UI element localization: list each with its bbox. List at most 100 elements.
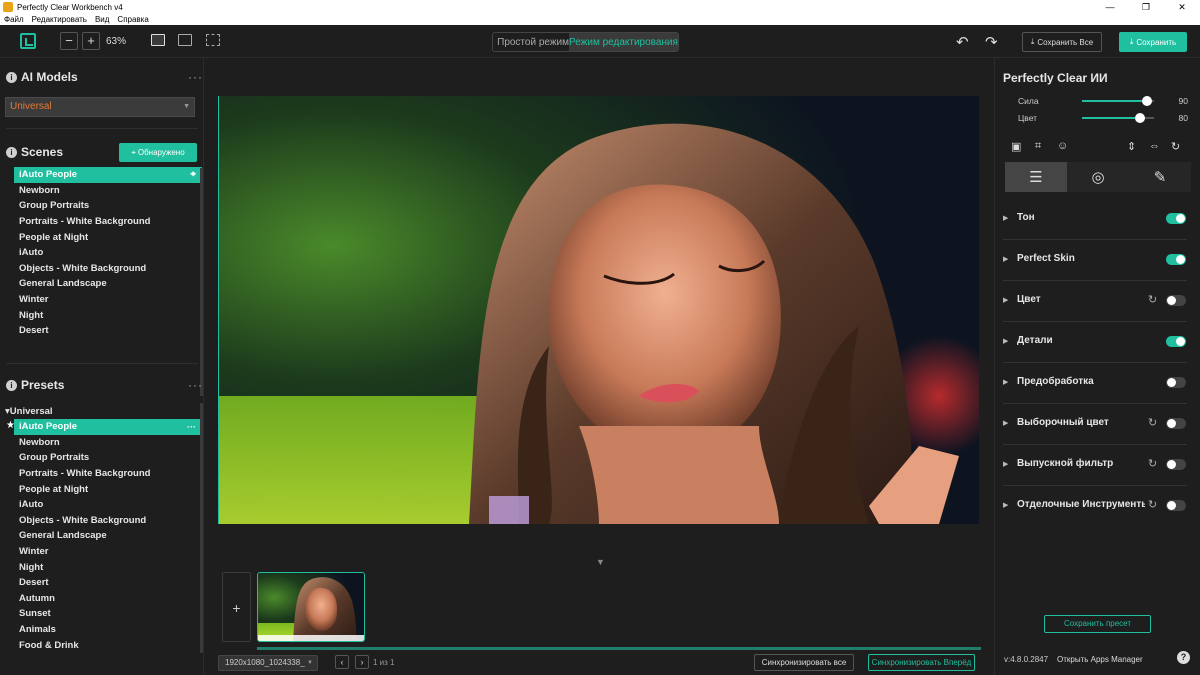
minimize-button[interactable]: — xyxy=(1092,0,1128,14)
expand-arrow-icon[interactable]: ▶ xyxy=(1003,296,1008,304)
section-preprocessing[interactable]: ▶ Предобработка xyxy=(1003,363,1187,404)
crop-icon[interactable]: ⌗ xyxy=(1035,140,1041,153)
presets-group[interactable]: ▾Universal xyxy=(5,406,53,417)
preset-item[interactable]: Autumn xyxy=(14,591,202,607)
section-selective-color[interactable]: ▶ Выборочный цвет ↻ xyxy=(1003,404,1187,445)
slider-knob[interactable] xyxy=(1134,113,1145,123)
section-toggle[interactable] xyxy=(1166,295,1186,306)
single-view-icon[interactable] xyxy=(151,34,165,46)
sync-all-button[interactable]: Синхронизировать все xyxy=(754,654,854,671)
preset-item[interactable]: Group Portraits xyxy=(14,450,202,466)
scene-item[interactable]: Night xyxy=(14,307,202,323)
flip-vertical-icon[interactable]: ⇕ xyxy=(1127,140,1136,153)
section-finishing-tools[interactable]: ▶ Отделочные Инструменты ↻ xyxy=(1003,486,1187,527)
apps-manager-link[interactable]: Открыть Apps Manager xyxy=(1057,655,1143,664)
ai-model-select[interactable]: Universal ▼ xyxy=(5,97,195,117)
zoom-out-button[interactable]: − xyxy=(60,32,78,50)
flip-horizontal-icon[interactable]: ⇔ xyxy=(1149,140,1160,152)
more-options-icon[interactable]: ··· xyxy=(187,422,196,432)
section-toggle[interactable] xyxy=(1166,418,1186,429)
scene-item[interactable]: Winter xyxy=(14,292,202,308)
menu-help[interactable]: Справка xyxy=(113,15,152,24)
more-options-icon[interactable]: ··· xyxy=(188,378,203,392)
redo-icon[interactable]: ↷ xyxy=(985,33,998,51)
help-icon[interactable]: ? xyxy=(1177,651,1190,664)
section-toggle[interactable] xyxy=(1166,459,1186,470)
section-details[interactable]: ▶ Детали xyxy=(1003,322,1187,363)
presets-scrollbar[interactable] xyxy=(200,403,203,653)
reset-icon[interactable]: ↻ xyxy=(1148,293,1157,306)
filmstrip-scrollbar[interactable] xyxy=(257,647,981,650)
strength-slider[interactable]: Сила 90 xyxy=(995,94,1200,108)
scene-item[interactable]: Portraits - White Background xyxy=(14,214,202,230)
preset-item[interactable]: Portraits - White Background xyxy=(14,466,202,482)
preset-item[interactable]: Objects - White Background xyxy=(14,513,202,529)
save-all-button[interactable]: ⤓ Сохранить Все xyxy=(1022,32,1102,52)
close-button[interactable]: ✕ xyxy=(1164,0,1200,14)
expand-arrow-icon[interactable]: ▶ xyxy=(1003,255,1008,263)
split-view-icon[interactable] xyxy=(178,34,192,46)
detected-button[interactable]: ⌖ Обнаружено xyxy=(119,143,197,162)
image-icon[interactable]: ▣ xyxy=(1011,140,1021,153)
maximize-button[interactable]: ❐ xyxy=(1128,0,1164,14)
face-icon[interactable]: ☺ xyxy=(1057,140,1068,152)
preset-item[interactable]: General Landscape xyxy=(14,528,202,544)
file-info-select[interactable]: 1920x1080_1024338_ ▼ xyxy=(218,655,318,671)
section-perfect-skin[interactable]: ▶ Perfect Skin xyxy=(1003,240,1187,281)
scene-item[interactable]: Group Portraits xyxy=(14,198,202,214)
section-toggle[interactable] xyxy=(1166,377,1186,388)
next-image-button[interactable]: › xyxy=(355,655,369,669)
preset-item[interactable]: Sunset xyxy=(14,606,202,622)
prev-image-button[interactable]: ‹ xyxy=(335,655,349,669)
section-toggle[interactable] xyxy=(1166,336,1186,347)
slider-track[interactable] xyxy=(1082,96,1154,106)
expand-arrow-icon[interactable]: ▼ xyxy=(596,557,605,567)
section-toggle[interactable] xyxy=(1166,500,1186,511)
edit-mode-tab[interactable]: Режим редактирования xyxy=(569,33,678,51)
preset-item[interactable]: Winter xyxy=(14,544,202,560)
photo-preview[interactable] xyxy=(218,96,979,524)
preset-item[interactable]: Desert xyxy=(14,575,202,591)
compare-view-icon[interactable] xyxy=(206,34,220,46)
menu-edit[interactable]: Редактировать xyxy=(28,15,91,24)
save-preset-button[interactable]: Сохранить пресет xyxy=(1044,615,1151,633)
scenes-scrollbar[interactable] xyxy=(200,168,203,396)
scene-item[interactable]: General Landscape xyxy=(14,276,202,292)
preset-item[interactable]: Animals xyxy=(14,622,202,638)
section-toggle[interactable] xyxy=(1166,213,1186,224)
preset-item[interactable]: Food & Drink xyxy=(14,637,202,653)
menu-file[interactable]: Файл xyxy=(0,15,28,24)
reset-icon[interactable]: ↻ xyxy=(1148,457,1157,470)
slider-track[interactable] xyxy=(1082,113,1154,123)
scene-item[interactable]: People at Night xyxy=(14,229,202,245)
reset-icon[interactable]: ↻ xyxy=(1148,498,1157,511)
expand-arrow-icon[interactable]: ▶ xyxy=(1003,419,1008,427)
scene-item[interactable]: iAuto People ⌖ xyxy=(14,167,202,183)
preset-item[interactable]: Night xyxy=(14,559,202,575)
preset-item[interactable]: iAuto xyxy=(14,497,202,513)
sync-forward-button[interactable]: Синхронизировать Вперёд xyxy=(868,654,975,671)
expand-arrow-icon[interactable]: ▶ xyxy=(1003,214,1008,222)
section-toggle[interactable] xyxy=(1166,254,1186,265)
preset-item[interactable]: iAuto People ··· xyxy=(14,419,202,435)
scene-item[interactable]: Newborn xyxy=(14,183,202,199)
tab-adjustments[interactable]: ☰ xyxy=(1005,162,1067,192)
scene-item[interactable]: iAuto xyxy=(14,245,202,261)
slider-knob[interactable] xyxy=(1141,96,1152,106)
expand-arrow-icon[interactable]: ▶ xyxy=(1003,460,1008,468)
section-graduated-filter[interactable]: ▶ Выпускной фильтр ↻ xyxy=(1003,445,1187,486)
scene-item[interactable]: Objects - White Background xyxy=(14,261,202,277)
scene-item[interactable]: Desert xyxy=(14,323,202,339)
color-slider[interactable]: Цвет 80 xyxy=(995,111,1200,125)
section-tone[interactable]: ▶ Тон xyxy=(1003,199,1187,240)
reset-icon[interactable]: ↻ xyxy=(1148,416,1157,429)
undo-icon[interactable]: ↶ xyxy=(956,33,969,51)
preset-item[interactable]: People at Night xyxy=(14,481,202,497)
zoom-in-button[interactable]: + xyxy=(82,32,100,50)
expand-arrow-icon[interactable]: ▶ xyxy=(1003,501,1008,509)
save-button[interactable]: ⤓ Сохранить xyxy=(1119,32,1187,52)
add-image-button[interactable]: + xyxy=(222,572,251,642)
image-thumbnail[interactable] xyxy=(257,572,365,642)
expand-arrow-icon[interactable]: ▶ xyxy=(1003,378,1008,386)
preset-item[interactable]: Newborn xyxy=(14,435,202,451)
